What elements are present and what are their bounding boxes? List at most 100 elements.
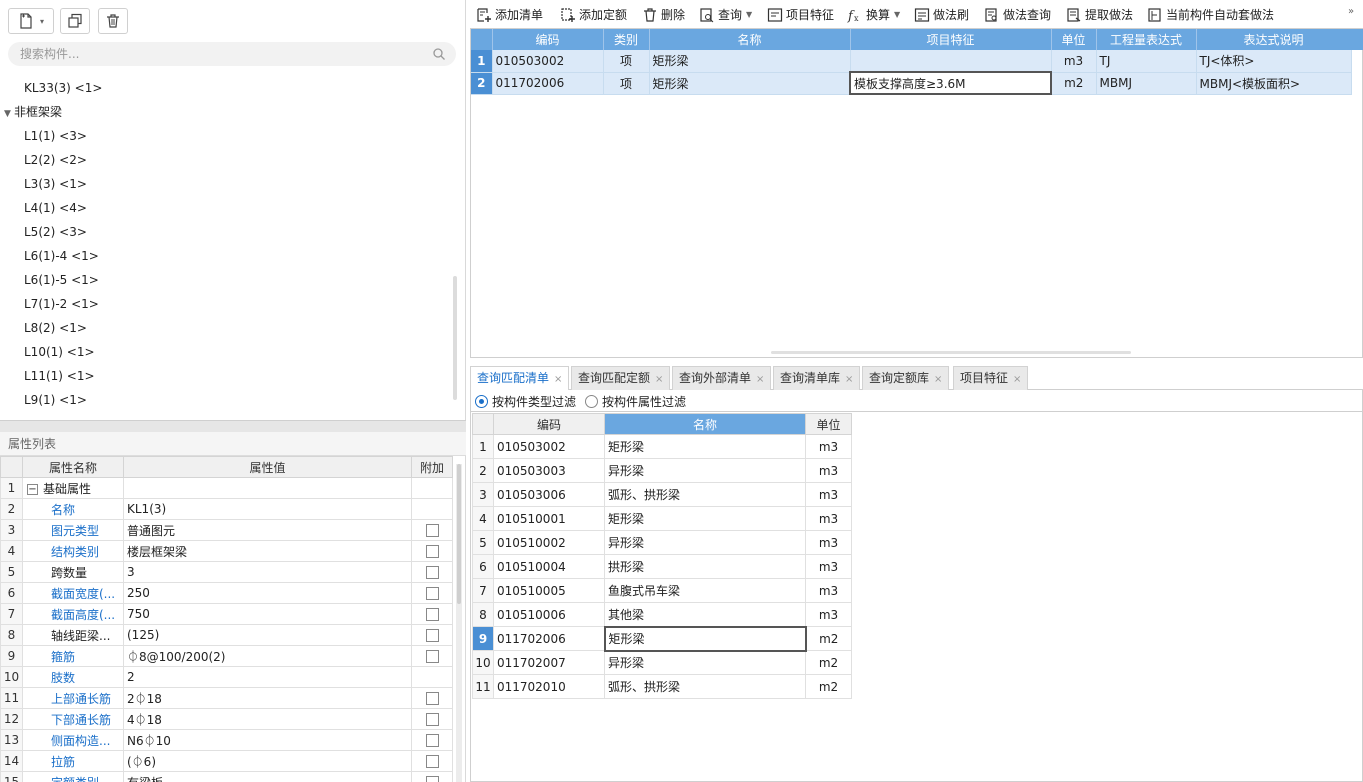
tree-item[interactable]: L11(1) <1> (0, 364, 456, 388)
copy-component-button[interactable] (60, 8, 90, 34)
tree-item[interactable]: L6(1)-5 <1> (0, 268, 456, 292)
property-row[interactable]: 6 截面宽度(... 250 (0, 582, 453, 604)
cell-code[interactable]: 010510002 (493, 530, 605, 555)
cell-code[interactable]: 011702006 (492, 72, 604, 95)
filter-by-attribute-radio[interactable]: 按构件属性过滤 (585, 393, 686, 410)
property-value[interactable]: (⏀6) (123, 750, 412, 772)
row-number[interactable]: 11 (472, 674, 494, 699)
cell-name[interactable]: 异形梁 (604, 530, 806, 555)
column-header[interactable]: 类别 (603, 29, 650, 50)
property-value[interactable]: 4⏀18 (123, 708, 412, 730)
tree-item[interactable]: L9(1) <1> (0, 388, 456, 412)
cell-name[interactable]: 异形梁 (604, 650, 806, 675)
property-row[interactable]: 12 下部通长筋 4⏀18 (0, 708, 453, 730)
extra-checkbox[interactable] (425, 692, 439, 705)
cell-unit[interactable]: m2 (805, 650, 852, 675)
tree-item[interactable]: KL33(3) <1> (0, 76, 456, 100)
property-value[interactable]: 楼层框架梁 (123, 540, 412, 562)
cell-code[interactable]: 010503002 (492, 50, 604, 73)
delete-component-button[interactable] (98, 8, 128, 34)
tab-2[interactable]: 查询外部清单 × (672, 366, 772, 390)
cell-expr[interactable]: MBMJ (1096, 72, 1197, 95)
row-number[interactable]: 10 (472, 650, 494, 675)
tree-item[interactable]: L1(1) <3> (0, 124, 456, 148)
cell-unit[interactable]: m3 (1051, 50, 1097, 73)
property-row[interactable]: 15 定额类别 有梁板 (0, 771, 453, 782)
cell-name[interactable]: 其他梁 (604, 602, 806, 627)
cell-code[interactable]: 011702010 (493, 674, 605, 699)
close-icon[interactable]: × (934, 374, 942, 385)
cell-name[interactable]: 弧形、拱形梁 (604, 674, 806, 699)
cell-name[interactable]: 异形梁 (604, 458, 806, 483)
property-value[interactable] (123, 477, 412, 499)
toolbar-overflow-icon[interactable]: » (1348, 6, 1354, 17)
cell-code[interactable]: 011702007 (493, 650, 605, 675)
column-header[interactable] (471, 29, 493, 50)
property-row[interactable]: 7 截面高度(... 750 (0, 603, 453, 625)
extra-checkbox[interactable] (425, 650, 439, 663)
chevron-down-icon[interactable]: ▼ (894, 4, 900, 26)
search-icon[interactable] (432, 47, 446, 61)
chevron-down-icon[interactable]: ▼ (746, 4, 752, 26)
row-number[interactable]: 3 (472, 482, 494, 507)
tab-0[interactable]: 查询匹配清单 × (470, 366, 570, 391)
panel-splitter[interactable] (0, 420, 466, 432)
row-number[interactable]: 2 (472, 458, 494, 483)
cell-name[interactable]: 矩形梁 (603, 625, 807, 652)
tab-3[interactable]: 查询清单库 × (773, 366, 861, 390)
tree-scrollbar[interactable] (453, 276, 457, 400)
property-row[interactable]: 1− 基础属性 (0, 477, 453, 499)
match-row[interactable]: 9 011702006 矩形梁 m2 (472, 625, 852, 652)
property-row[interactable]: 11 上部通长筋 2⏀18 (0, 687, 453, 709)
extra-checkbox[interactable] (425, 713, 439, 726)
close-icon[interactable]: × (655, 374, 663, 385)
column-header[interactable]: 单位 (1051, 29, 1097, 50)
row-number[interactable]: 6 (472, 554, 494, 579)
match-row[interactable]: 3 010503006 弧形、拱形梁 m3 (472, 482, 852, 507)
column-header[interactable]: 编码 (492, 29, 604, 50)
tree-item[interactable]: L4(1) <4> (0, 196, 456, 220)
property-row[interactable]: 14 拉筋 (⏀6) (0, 750, 453, 772)
cell-code[interactable]: 011702006 (493, 626, 605, 651)
add-quota-button[interactable]: 添加定额 (560, 4, 627, 26)
tree-item[interactable]: L2(2) <2> (0, 148, 456, 172)
close-icon[interactable]: × (1013, 374, 1021, 385)
cell-name[interactable]: 拱形梁 (604, 554, 806, 579)
column-header[interactable]: 单位 (805, 413, 852, 435)
row-number[interactable]: 4 (472, 506, 494, 531)
tree-item[interactable]: L5(2) <3> (0, 220, 456, 244)
method-row[interactable]: 1 010503002 项矩形梁 m3 TJ TJ<体积> (471, 50, 1352, 73)
extra-checkbox[interactable] (425, 566, 439, 579)
row-number[interactable]: 9 (472, 626, 494, 651)
row-number[interactable]: 2 (471, 72, 493, 95)
property-row[interactable]: 10 肢数 2 (0, 666, 453, 688)
property-value[interactable]: 250 (123, 582, 412, 604)
cell-name[interactable]: 鱼腹式吊车梁 (604, 578, 806, 603)
cell-code[interactable]: 010503006 (493, 482, 605, 507)
column-header[interactable]: 表达式说明 (1196, 29, 1352, 50)
close-icon[interactable]: × (756, 374, 764, 385)
property-row[interactable]: 3 图元类型 普通图元 (0, 519, 453, 541)
cell-unit[interactable]: m2 (805, 674, 852, 699)
property-value[interactable]: KL1(3) (123, 498, 412, 520)
row-number[interactable]: 5 (472, 530, 494, 555)
match-row[interactable]: 8 010510006 其他梁 m3 (472, 602, 852, 627)
close-icon[interactable]: × (845, 374, 853, 385)
horizontal-scrollbar[interactable] (771, 351, 1131, 354)
cell-name[interactable]: 矩形梁 (604, 506, 806, 531)
cell-cat[interactable]: 项 (603, 50, 650, 73)
method-query-button[interactable]: 做法查询 (984, 4, 1051, 26)
row-number[interactable]: 1 (472, 434, 494, 459)
cell-feature[interactable] (850, 50, 1052, 73)
property-row[interactable]: 4 结构类别 楼层框架梁 (0, 540, 453, 562)
column-header[interactable]: 项目特征 (850, 29, 1052, 50)
extra-checkbox[interactable] (425, 545, 439, 558)
extra-checkbox[interactable] (425, 524, 439, 537)
extra-checkbox[interactable] (425, 587, 439, 600)
cell-code[interactable]: 010503002 (493, 434, 605, 459)
property-value[interactable]: 3 (123, 561, 412, 583)
tree-item[interactable]: L10(1) <1> (0, 340, 456, 364)
column-header[interactable]: 编码 (493, 413, 605, 435)
property-row[interactable]: 9 箍筋 ⏀8@100/200(2) (0, 645, 453, 667)
scrollbar-thumb[interactable] (457, 464, 461, 604)
